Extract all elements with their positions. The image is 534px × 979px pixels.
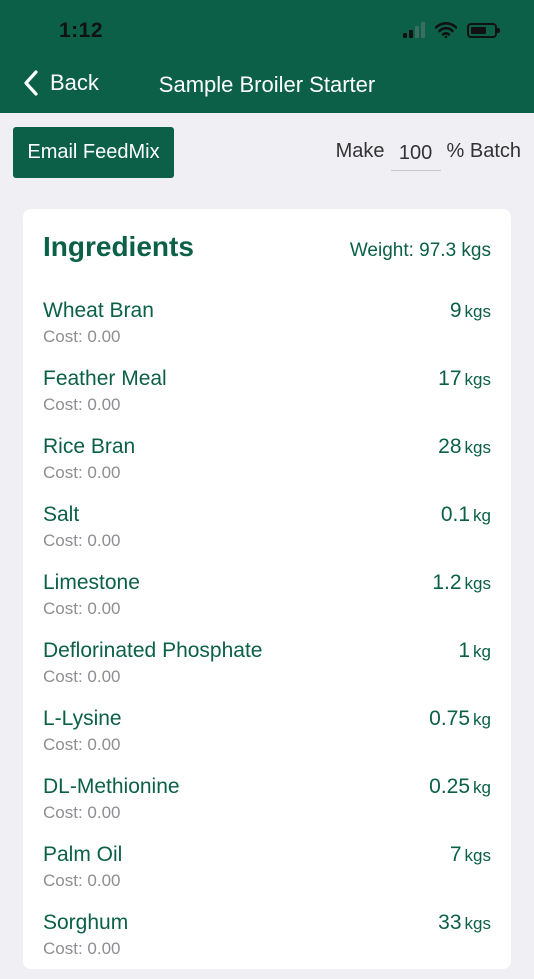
ingredient-name: DL-Methionine: [43, 775, 180, 798]
ingredient-qty: 0.25 kg: [429, 775, 491, 799]
ingredients-card: Ingredients Weight: 97.3 kgs Wheat Bran C…: [23, 209, 511, 969]
ingredient-cost: Cost: 0.00: [43, 531, 121, 550]
qty-unit: kg: [473, 506, 491, 525]
nav-header: 1:12 Sample Broiler Starter Back: [0, 0, 534, 113]
ingredient-row[interactable]: L-Lysine Cost: 0.00 0.75 kg: [43, 707, 491, 775]
ingredient-qty: 9 kgs: [450, 299, 491, 323]
qty-unit: kg: [473, 642, 491, 661]
qty-unit: kg: [473, 778, 491, 797]
ingredient-name: Limestone: [43, 571, 140, 594]
ingredient-row[interactable]: Salt Cost: 0.00 0.1 kg: [43, 503, 491, 571]
ingredient-name: Salt: [43, 503, 80, 526]
batch-percent-input[interactable]: [390, 142, 441, 171]
cellular-signal-icon: [403, 22, 425, 38]
ingredient-name: Wheat Bran: [43, 299, 154, 322]
ingredient-row[interactable]: Wheat Bran Cost: 0.00 9 kgs: [43, 299, 491, 367]
ingredient-name: Palm Oil: [43, 843, 123, 866]
total-weight: Weight: 97.3 kgs: [349, 240, 491, 261]
ingredient-qty: 1.2 kgs: [432, 571, 491, 595]
ingredient-qty: 7 kgs: [450, 843, 491, 867]
ingredient-name: Rice Bran: [43, 435, 136, 458]
ingredient-qty: 0.1 kg: [441, 503, 491, 527]
ingredient-cost: Cost: 0.00: [43, 463, 121, 482]
ingredient-name: Deflorinated Phosphate: [43, 639, 263, 662]
card-title: Ingredients: [43, 231, 194, 262]
status-time: 1:12: [59, 19, 104, 42]
batch-suffix: % Batch: [446, 140, 521, 162]
ingredient-row[interactable]: Deflorinated Phosphate Cost: 0.00 1 kg: [43, 639, 491, 707]
ingredient-name: L-Lysine: [43, 707, 122, 730]
card-header: Ingredients Weight: 97.3 kgs: [43, 231, 491, 263]
battery-icon: [467, 22, 500, 38]
ingredient-qty: 0.75 kg: [429, 707, 491, 731]
qty-value: 9: [449, 299, 462, 322]
ingredient-cost: Cost: 0.00: [43, 939, 121, 958]
qty-value: 0.25: [429, 775, 471, 798]
ingredient-row[interactable]: Palm Oil Cost: 0.00 7 kgs: [43, 843, 491, 911]
back-label: Back: [50, 70, 99, 95]
qty-unit: kgs: [464, 914, 491, 933]
ingredient-qty: 33 kgs: [438, 911, 491, 935]
qty-value: 28: [438, 435, 462, 458]
ingredient-cost: Cost: 0.00: [43, 395, 121, 414]
status-icons: [403, 22, 500, 38]
qty-value: 0.75: [429, 707, 471, 730]
ingredient-cost: Cost: 0.00: [43, 735, 121, 754]
qty-unit: kgs: [464, 302, 491, 321]
ingredient-name: Feather Meal: [43, 367, 167, 390]
qty-unit: kgs: [464, 574, 491, 593]
ingredient-qty: 1 kg: [458, 639, 491, 663]
chevron-left-icon: [24, 70, 38, 96]
ingredient-cost: Cost: 0.00: [43, 871, 121, 890]
qty-unit: kg: [473, 710, 491, 729]
ingredient-cost: Cost: 0.00: [43, 599, 121, 618]
qty-value: 33: [438, 911, 462, 934]
ingredient-qty: 17 kgs: [438, 367, 491, 391]
qty-unit: kgs: [464, 846, 491, 865]
ingredient-list: Wheat Bran Cost: 0.00 9 kgs Feather Meal Co…: [43, 299, 491, 979]
ingredient-row[interactable]: Rice Bran Cost: 0.00 28 kgs: [43, 435, 491, 503]
email-feedmix-button[interactable]: Email FeedMix: [13, 127, 174, 178]
qty-value: 1.2: [432, 571, 462, 594]
back-button[interactable]: Back: [24, 70, 99, 96]
qty-unit: kgs: [464, 438, 491, 457]
ingredient-cost: Cost: 0.00: [43, 803, 121, 822]
qty-value: 17: [438, 367, 462, 390]
wifi-icon: [435, 22, 457, 38]
ingredient-cost: Cost: 0.00: [43, 327, 121, 346]
qty-value: 0.1: [440, 503, 471, 526]
ingredient-row[interactable]: Limestone Cost: 0.00 1.2 kgs: [43, 571, 491, 639]
batch-control: Make % Batch: [336, 140, 521, 171]
qty-unit: kgs: [464, 370, 491, 389]
ingredient-row[interactable]: DL-Methionine Cost: 0.00 0.25 kg: [43, 775, 491, 843]
ingredient-qty: 28 kgs: [438, 435, 491, 459]
ingredient-row[interactable]: Feather Meal Cost: 0.00 17 kgs: [43, 367, 491, 435]
ingredient-cost: Cost: 0.00: [43, 667, 121, 686]
make-label: Make: [335, 140, 385, 162]
ingredient-row[interactable]: Sorghum Cost: 0.00 33 kgs: [43, 911, 491, 979]
qty-value: 7: [449, 843, 462, 866]
ingredient-name: Sorghum: [43, 911, 129, 934]
qty-value: 1: [458, 639, 471, 662]
